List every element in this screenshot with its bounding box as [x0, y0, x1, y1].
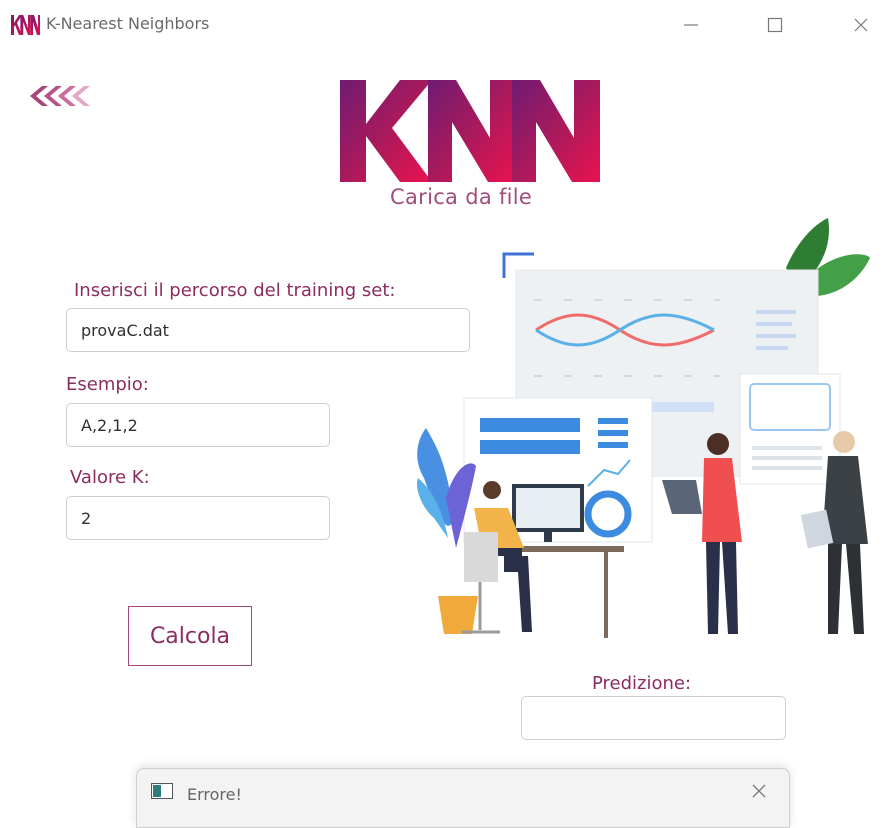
- minimize-icon: [684, 24, 698, 26]
- window-title: K-Nearest Neighbors: [46, 14, 210, 33]
- training-set-path-label: Inserisci il percorso del training set:: [74, 280, 396, 301]
- back-chevrons-icon[interactable]: [28, 84, 100, 108]
- window-icon: [151, 783, 173, 799]
- close-icon: [854, 18, 868, 32]
- title-bar: K-Nearest Neighbors: [0, 0, 894, 50]
- page-subtitle: Carica da file: [390, 185, 533, 209]
- error-dialog-title: Errore!: [187, 785, 242, 804]
- calculate-button[interactable]: Calcola: [128, 606, 252, 666]
- k-value-input[interactable]: [66, 496, 330, 540]
- maximize-icon: [767, 17, 783, 33]
- knn-logo: [340, 80, 600, 182]
- prediction-label: Predizione:: [592, 673, 692, 694]
- maximize-button[interactable]: [752, 8, 798, 42]
- example-input[interactable]: [66, 403, 330, 447]
- error-dialog[interactable]: Errore!: [136, 768, 790, 828]
- k-value-label: Valore K:: [70, 467, 150, 488]
- minimize-button[interactable]: [668, 8, 714, 42]
- prediction-output[interactable]: [521, 696, 786, 740]
- knn-app-icon: [11, 15, 40, 35]
- error-dialog-close-button[interactable]: [747, 779, 771, 803]
- close-icon: [752, 784, 766, 798]
- close-button[interactable]: [838, 8, 884, 42]
- office-data-illustration: [416, 218, 870, 638]
- example-label: Esempio:: [66, 374, 149, 395]
